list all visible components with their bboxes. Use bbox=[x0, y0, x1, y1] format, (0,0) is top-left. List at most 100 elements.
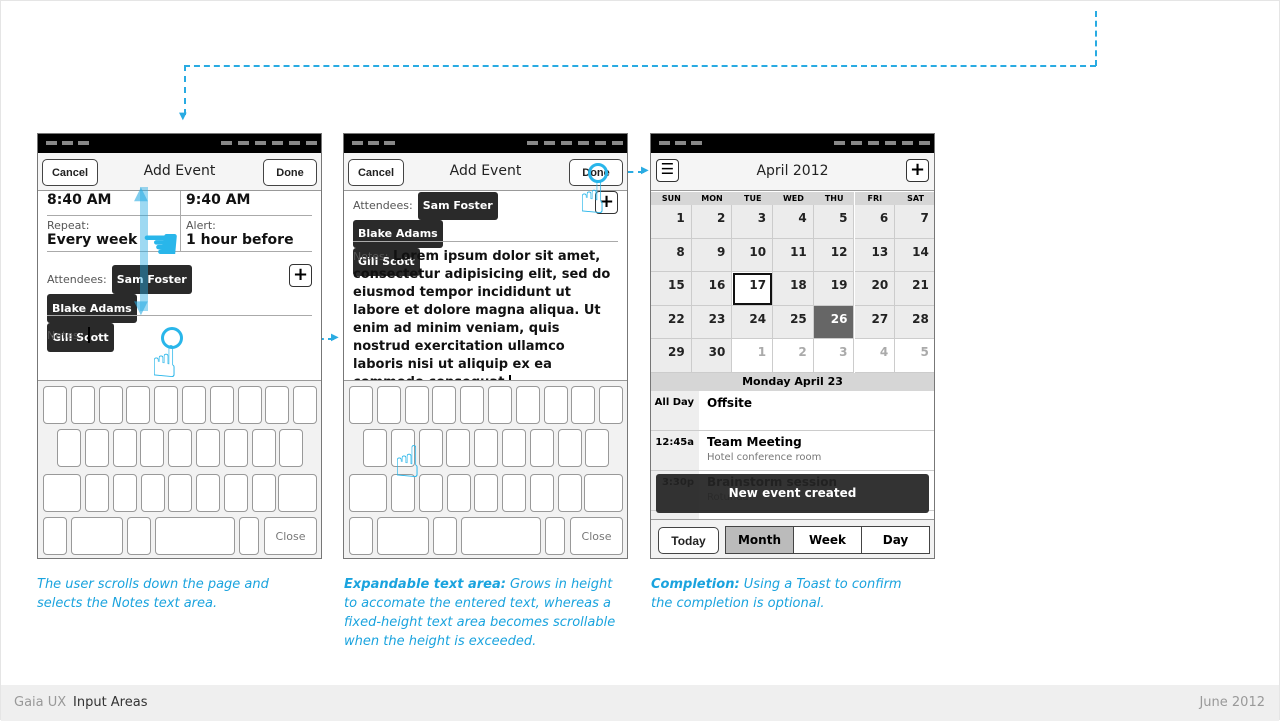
shift-key[interactable] bbox=[349, 474, 387, 512]
keyboard-key[interactable] bbox=[404, 386, 429, 424]
start-time[interactable]: 8:40 AM bbox=[47, 192, 111, 208]
keyboard-key[interactable] bbox=[251, 429, 276, 467]
calendar-day[interactable]: 24 bbox=[732, 305, 774, 339]
keyboard-key[interactable] bbox=[376, 386, 401, 424]
calendar-day[interactable]: 8 bbox=[651, 238, 692, 272]
keyboard-key[interactable] bbox=[543, 386, 568, 424]
keyboard-key[interactable] bbox=[85, 474, 109, 512]
calendar-day[interactable]: 6 bbox=[854, 205, 896, 239]
keyboard-key[interactable] bbox=[585, 429, 610, 467]
keyboard-key[interactable] bbox=[571, 386, 596, 424]
close-key[interactable]: Close bbox=[570, 517, 623, 555]
end-time[interactable]: 9:40 AM bbox=[186, 192, 250, 208]
tab-week[interactable]: Week bbox=[794, 527, 862, 553]
keyboard-key[interactable] bbox=[196, 429, 220, 467]
tab-day[interactable]: Day bbox=[862, 527, 929, 553]
calendar-day[interactable]: 1 bbox=[651, 205, 692, 239]
keyboard-key[interactable] bbox=[293, 386, 318, 424]
shift-key[interactable] bbox=[43, 474, 81, 512]
keyboard-key[interactable] bbox=[57, 429, 81, 467]
calendar-day[interactable]: 21 bbox=[895, 272, 934, 306]
event-row[interactable]: All Day Offsite bbox=[651, 391, 934, 431]
keyboard-key[interactable] bbox=[127, 517, 151, 555]
keyboard-key[interactable] bbox=[182, 386, 206, 424]
keyboard-key[interactable] bbox=[529, 429, 554, 467]
notes-textarea[interactable]: Notes: Lorem ipsum dolor sit amet, conse… bbox=[353, 248, 619, 392]
keyboard-key[interactable] bbox=[599, 386, 624, 424]
tab-month[interactable]: Month bbox=[726, 527, 794, 553]
keyboard-key[interactable] bbox=[251, 474, 276, 512]
calendar-day[interactable]: 2 bbox=[691, 205, 733, 239]
calendar-day[interactable]: 3 bbox=[732, 205, 774, 239]
close-key[interactable]: Close bbox=[264, 517, 317, 555]
calendar-day[interactable]: 4 bbox=[773, 205, 814, 239]
space-key[interactable] bbox=[155, 517, 235, 555]
calendar-day[interactable]: 30 bbox=[691, 339, 733, 373]
attendee-chip[interactable]: Blake Adams bbox=[47, 294, 137, 323]
keyboard-key[interactable] bbox=[239, 517, 259, 555]
keyboard-key[interactable] bbox=[224, 474, 248, 512]
alert-field[interactable]: Alert: 1 hour before bbox=[186, 219, 294, 248]
calendar-day[interactable]: 17 bbox=[732, 272, 774, 306]
calendar-day[interactable]: 25 bbox=[773, 305, 814, 339]
keyboard-key[interactable] bbox=[515, 386, 540, 424]
keyboard-key[interactable] bbox=[349, 386, 373, 424]
calendar-day[interactable]: 26 bbox=[813, 305, 855, 339]
keyboard-key[interactable] bbox=[349, 517, 373, 555]
calendar-day[interactable]: 13 bbox=[854, 238, 896, 272]
attendee-chip[interactable]: Blake Adams bbox=[353, 220, 443, 248]
keyboard-key[interactable] bbox=[140, 429, 165, 467]
calendar-day[interactable]: 3 bbox=[813, 339, 855, 373]
keyboard-key[interactable] bbox=[168, 429, 193, 467]
space-key[interactable] bbox=[461, 517, 541, 555]
notes-field[interactable]: Notes: bbox=[47, 324, 90, 343]
calendar-day[interactable]: 22 bbox=[651, 305, 692, 339]
today-button[interactable]: Today bbox=[658, 527, 719, 554]
keyboard-key[interactable] bbox=[209, 386, 234, 424]
keyboard-key[interactable] bbox=[223, 429, 248, 467]
calendar-day[interactable]: 5 bbox=[895, 339, 934, 373]
calendar-day[interactable]: 12 bbox=[813, 238, 855, 272]
keyboard-key[interactable] bbox=[446, 474, 471, 512]
keyboard-key[interactable] bbox=[502, 474, 527, 512]
calendar-day[interactable]: 18 bbox=[773, 272, 814, 306]
keyboard-key[interactable] bbox=[126, 386, 151, 424]
backspace-key[interactable] bbox=[584, 474, 623, 512]
keyboard-key[interactable] bbox=[196, 474, 221, 512]
add-event-button[interactable]: + bbox=[906, 159, 929, 182]
calendar-day[interactable]: 19 bbox=[813, 272, 855, 306]
keyboard-key[interactable] bbox=[279, 429, 304, 467]
keyboard-key[interactable] bbox=[154, 386, 179, 424]
keyboard-key[interactable] bbox=[98, 386, 123, 424]
keyboard-key[interactable] bbox=[502, 429, 526, 467]
calendar-day[interactable]: 27 bbox=[854, 305, 896, 339]
calendar-day[interactable]: 29 bbox=[651, 339, 692, 373]
keyboard-key[interactable] bbox=[474, 429, 499, 467]
repeat-field[interactable]: Repeat: Every week bbox=[47, 219, 137, 248]
keyboard-key[interactable] bbox=[140, 474, 165, 512]
event-row[interactable]: 12:45a Team Meeting Hotel conference room bbox=[651, 431, 934, 471]
keyboard-key[interactable] bbox=[474, 474, 499, 512]
keyboard-key[interactable] bbox=[70, 386, 95, 424]
calendar-day[interactable]: 7 bbox=[895, 205, 934, 239]
keyboard-key[interactable] bbox=[418, 474, 443, 512]
keyboard-key[interactable] bbox=[557, 429, 582, 467]
keyboard-key[interactable] bbox=[530, 474, 554, 512]
calendar-day[interactable]: 9 bbox=[691, 238, 733, 272]
calendar-day[interactable]: 11 bbox=[773, 238, 814, 272]
keyboard-key[interactable] bbox=[545, 517, 565, 555]
keyboard-key[interactable] bbox=[363, 429, 387, 467]
calendar-day[interactable]: 23 bbox=[691, 305, 733, 339]
calendar-day[interactable]: 10 bbox=[732, 238, 774, 272]
backspace-key[interactable] bbox=[278, 474, 317, 512]
keyboard-key[interactable] bbox=[84, 429, 109, 467]
keyboard-key[interactable] bbox=[168, 474, 193, 512]
calendar-day[interactable]: 16 bbox=[691, 272, 733, 306]
calendar-day[interactable]: 14 bbox=[895, 238, 934, 272]
keyboard-key[interactable] bbox=[418, 429, 443, 467]
calendar-day[interactable]: 2 bbox=[773, 339, 814, 373]
keyboard-key[interactable] bbox=[237, 386, 262, 424]
keyboard-key[interactable] bbox=[43, 517, 67, 555]
symbols-key[interactable] bbox=[71, 517, 123, 555]
keyboard-key[interactable] bbox=[557, 474, 582, 512]
